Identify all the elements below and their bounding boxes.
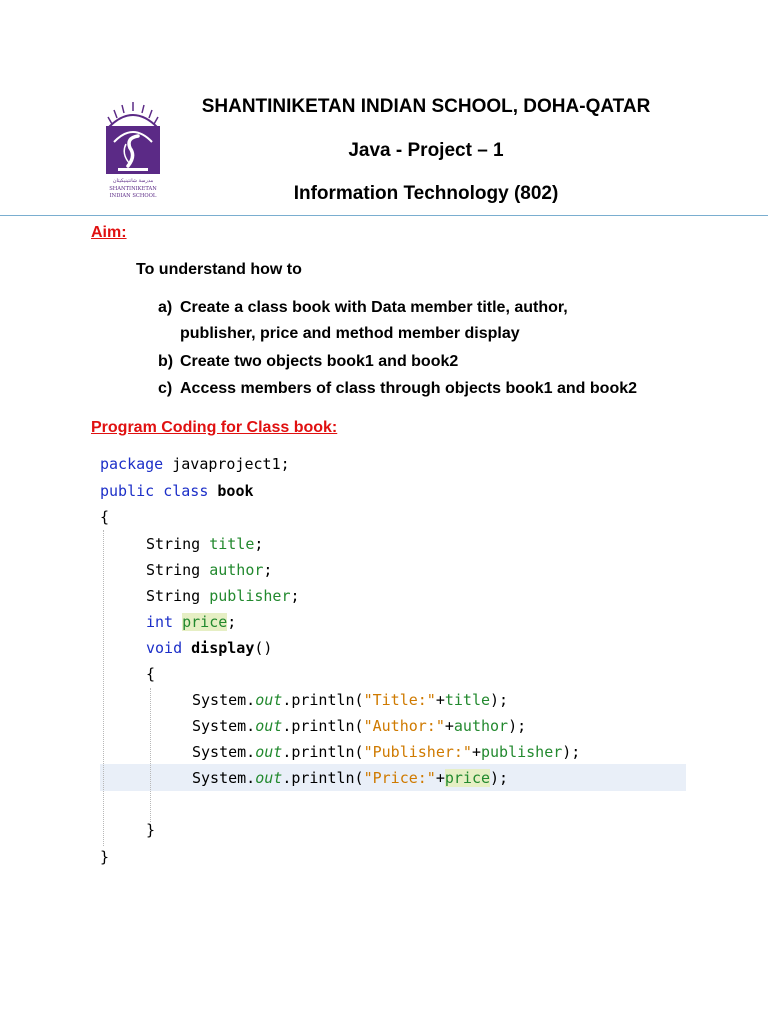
code-line-field-publisher: String publisher; <box>146 587 300 605</box>
code-line-method: void display() <box>146 639 273 657</box>
aim-item-a-continuation: publisher, price and method member displ… <box>180 325 520 342</box>
svg-text:SHANTINIKETAN: SHANTINIKETAN <box>109 186 157 192</box>
list-item-text: Create a class book with Data member tit… <box>180 299 568 316</box>
aim-item-a: a) Create a class book with Data member t… <box>158 299 568 317</box>
school-logo: مدرسة شانتينيكيتان SHANTINIKETAN INDIAN … <box>106 102 160 199</box>
code-line-method-close: } <box>146 821 156 839</box>
list-marker: c) <box>158 380 173 397</box>
code-line-method-open: { <box>146 665 156 683</box>
list-item-text: Create two objects book1 and book2 <box>180 353 459 370</box>
header-divider <box>0 215 768 216</box>
code-line-field-author: String author; <box>146 561 273 579</box>
code-line-class: public class book <box>100 482 254 500</box>
code-line-close-brace: } <box>100 848 110 866</box>
school-name: SHANTINIKETAN INDIAN SCHOOL, DOHA-QATAR <box>201 96 651 117</box>
indent-guide <box>150 688 151 822</box>
svg-text:INDIAN SCHOOL: INDIAN SCHOOL <box>110 193 157 199</box>
code-line-print-price: System.out.println("Price:"+price); <box>192 769 509 787</box>
code-line-open-brace: { <box>100 508 110 526</box>
code-line-field-title: String title; <box>146 535 264 553</box>
list-marker: a) <box>158 299 173 316</box>
aim-item-c: c) Access members of class through object… <box>158 380 637 398</box>
aim-intro: To understand how to <box>136 261 302 278</box>
aim-heading: Aim: <box>91 224 127 241</box>
subject-title: Information Technology (802) <box>293 183 559 204</box>
code-line-print-title: System.out.println("Title:"+title); <box>192 691 509 709</box>
project-title: Java - Project – 1 <box>348 140 504 161</box>
list-marker: b) <box>158 353 174 370</box>
program-heading: Program Coding for Class book: <box>91 419 338 436</box>
aim-item-b: b) Create two objects book1 and book2 <box>158 353 458 371</box>
svg-text:مدرسة شانتينيكيتان: مدرسة شانتينيكيتان <box>113 178 154 184</box>
code-line-print-publisher: System.out.println("Publisher:"+publishe… <box>192 743 581 761</box>
code-line-print-author: System.out.println("Author:"+author); <box>192 717 527 735</box>
list-item-text: Access members of class through objects … <box>180 380 638 397</box>
indent-guide <box>103 530 104 846</box>
code-line-field-price: int price; <box>146 613 237 631</box>
code-line-package: package javaproject1; <box>100 455 290 473</box>
